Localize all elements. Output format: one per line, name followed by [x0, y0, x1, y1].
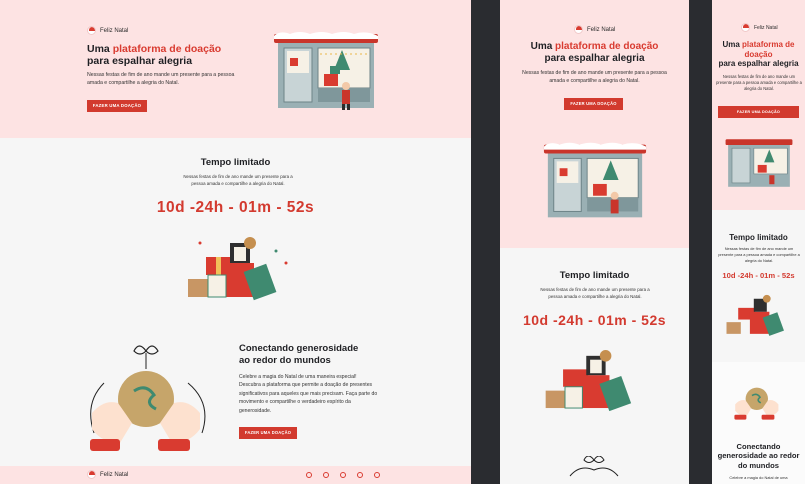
santa-logo-icon — [741, 23, 750, 32]
instagram-icon[interactable] — [340, 472, 346, 478]
generosity-title: Conectando generosidade ao redor do mund… — [239, 343, 359, 366]
countdown-text: Nessas festas de fim de ano mande um pre… — [540, 287, 650, 299]
header-logo[interactable]: Feliz Natal — [574, 25, 615, 34]
countdown-timer: 10d -24h - 01m - 52s — [522, 312, 667, 328]
footer: Feliz Natal — [0, 466, 471, 484]
hero-title: Uma plataforma de doação para espalhar al… — [718, 40, 799, 69]
generosity-text: Celebre a magia do Natal de uma maneira … — [239, 374, 378, 414]
hero-title: Uma plataforma de doação para espalhar al… — [530, 41, 659, 64]
footer-logo[interactable]: Feliz Natal — [87, 470, 128, 479]
donate-button[interactable]: FAZER UMA DOAÇÃO — [718, 106, 799, 118]
gift-pile-illustration — [545, 350, 632, 412]
hero-section: Feliz Natal Uma plataforma de doação para… — [0, 0, 471, 138]
desktop-preview: Feliz Natal Uma plataforma de doação para… — [0, 0, 471, 484]
whatsapp-icon[interactable] — [323, 472, 329, 478]
santa-logo-icon — [574, 25, 583, 34]
mobile-preview: Feliz Natal Uma plataforma de doação para… — [712, 0, 805, 484]
shop-window-illustration — [274, 32, 378, 110]
messenger-icon[interactable] — [357, 472, 363, 478]
hero-text: Nessas festas de fim de ano mande um pre… — [87, 72, 235, 86]
shop-window-illustration — [543, 142, 647, 218]
santa-logo-icon — [87, 26, 96, 35]
header-logo[interactable]: Feliz Natal — [741, 23, 778, 32]
hero-title: Uma plataforma de doação para espalhar al… — [87, 43, 222, 68]
generosity-text: Celebre a magia do Natal de uma — [729, 475, 788, 480]
countdown-timer: 10d -24h - 01m - 52s — [156, 199, 315, 216]
gift-pile-illustration — [726, 294, 784, 336]
countdown-title: Tempo limitado — [200, 157, 271, 168]
donate-button[interactable]: FAZER UMA DOAÇÃO — [87, 100, 147, 112]
hero-section: Feliz Natal Uma plataforma de doação para… — [500, 0, 689, 248]
hero-text: Nessas festas de fim de ano mande um pre… — [716, 74, 802, 92]
donate-button-secondary[interactable]: FAZER UMA DOAÇÃO — [239, 427, 297, 439]
main-content: Tempo limitado Nessas festas de fim de a… — [0, 138, 471, 468]
donate-button[interactable]: FAZER UMA DOAÇÃO — [564, 98, 623, 110]
pinterest-icon[interactable] — [306, 472, 312, 478]
ornament-hands-illustration — [90, 345, 206, 451]
countdown-timer: 10d -24h - 01m - 52s — [722, 271, 795, 280]
header-logo[interactable]: Feliz Natal — [87, 26, 128, 35]
countdown-text: Nessas festas de fim de ano mande um pre… — [718, 246, 800, 263]
shop-window-illustration — [725, 139, 793, 187]
social-links — [306, 472, 380, 478]
countdown-title: Tempo limitado — [559, 270, 630, 281]
gift-pile-illustration — [188, 237, 288, 301]
email-icon[interactable] — [374, 472, 380, 478]
ornament-hands-illustration — [734, 387, 779, 420]
generosity-title: Conectando generosidade ao redor do mund… — [717, 442, 800, 470]
ornament-illustration — [569, 456, 619, 477]
hero-text: Nessas festas de fim de ano mande um pre… — [522, 70, 667, 84]
countdown-title: Tempo limitado — [729, 233, 788, 242]
santa-logo-icon — [87, 470, 96, 479]
hero-section: Feliz Natal Uma plataforma de doação para… — [712, 0, 805, 210]
countdown-text: Nessas festas de fim de ano mande um pre… — [183, 174, 293, 186]
tablet-preview: Feliz Natal Uma plataforma de doação para… — [500, 0, 689, 484]
generosity-section: Conectando generosidade ao redor do mund… — [712, 362, 805, 484]
